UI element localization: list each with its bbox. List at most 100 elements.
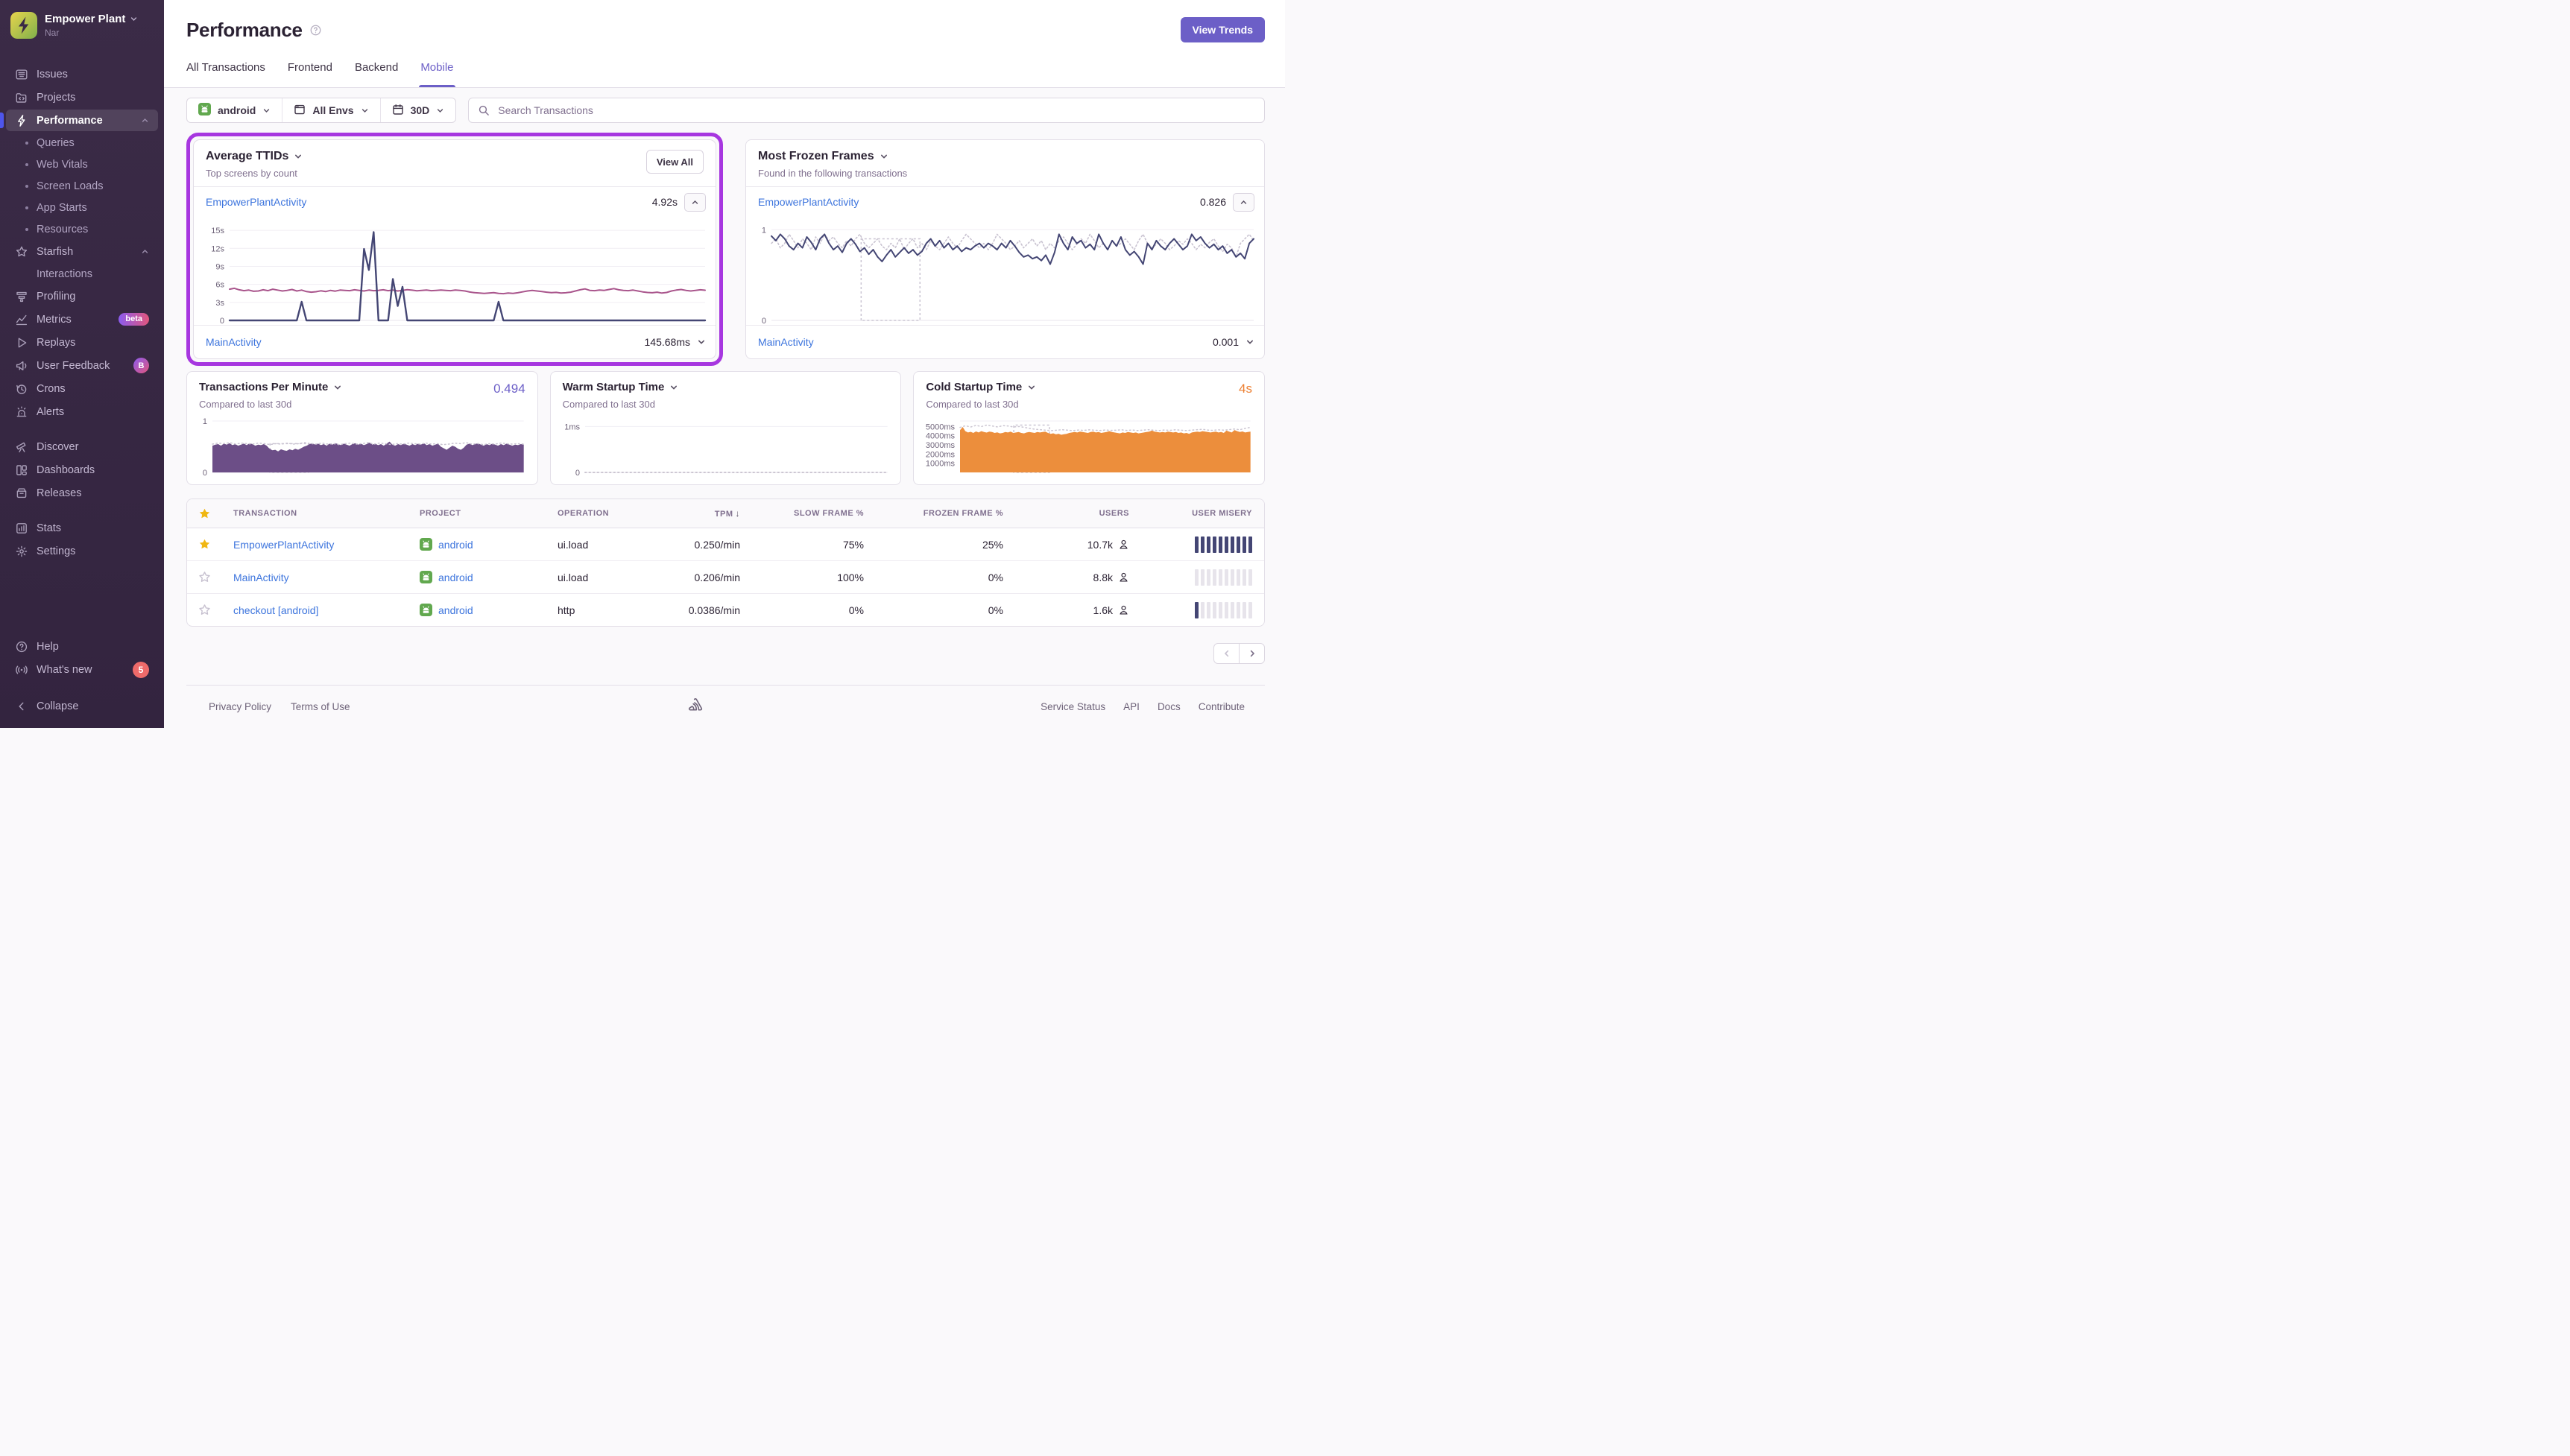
next-page-button[interactable] <box>1239 643 1265 664</box>
filter-android[interactable]: android <box>187 98 282 122</box>
sidebar-item-label: Alerts <box>37 406 64 418</box>
sidebar-item-starfish[interactable]: Starfish <box>6 240 158 263</box>
ttid-panel-title[interactable]: Average TTIDs <box>206 150 303 163</box>
sidebar-item-alerts[interactable]: Alerts <box>6 400 158 423</box>
transaction-link[interactable]: checkout [android] <box>233 604 318 616</box>
column-header-operation[interactable]: OPERATION <box>546 509 672 518</box>
tpm-panel: Transactions Per Minute Compared to last… <box>186 371 538 485</box>
sidebar-item-queries[interactable]: Queries <box>6 132 158 153</box>
sidebar-item-user-feedback[interactable]: User FeedbackB <box>6 354 158 377</box>
transaction-link[interactable]: EmpowerPlantActivity <box>233 539 334 551</box>
sidebar-item-performance[interactable]: Performance <box>6 110 158 131</box>
sidebar-item-stats[interactable]: Stats <box>6 516 158 539</box>
collapse-button[interactable] <box>684 193 706 212</box>
sidebar-item-releases[interactable]: Releases <box>6 481 158 504</box>
ttid-panel-subtitle: Top screens by count <box>206 168 303 179</box>
tab-backend[interactable]: Backend <box>355 61 398 87</box>
column-header-user-misery[interactable]: USER MISERY <box>1141 509 1264 518</box>
sidebar-item-metrics[interactable]: Metricsbeta <box>6 308 158 331</box>
help-icon <box>15 640 28 653</box>
expand-button[interactable] <box>697 338 706 346</box>
chevron-down-icon <box>1027 383 1036 392</box>
table-row-mainactivity: MainActivityandroidui.load0.206/min100%0… <box>187 560 1264 593</box>
footer-link-docs[interactable]: Docs <box>1158 701 1181 712</box>
sidebar-item-projects[interactable]: Projects <box>6 86 158 109</box>
transaction-link[interactable]: EmpowerPlantActivity <box>758 196 859 208</box>
stats-icon <box>15 522 28 535</box>
svg-text:12s: 12s <box>211 244 224 253</box>
column-header-slow-frame[interactable]: SLOW FRAME % <box>752 509 876 518</box>
transaction-link[interactable]: MainActivity <box>758 336 814 348</box>
ttid-value: 145.68ms <box>645 336 690 348</box>
help-circle-icon[interactable] <box>309 24 322 37</box>
tpm-title[interactable]: Transactions Per Minute <box>199 381 525 393</box>
star-outline-icon[interactable] <box>198 571 211 583</box>
tab-mobile[interactable]: Mobile <box>420 61 453 87</box>
footer-link-privacy-policy[interactable]: Privacy Policy <box>209 701 271 712</box>
project-link[interactable]: android <box>438 604 473 616</box>
sidebar-item-screen-loads[interactable]: Screen Loads <box>6 175 158 197</box>
previous-page-button[interactable] <box>1213 643 1240 664</box>
sidebar-item-profiling[interactable]: Profiling <box>6 285 158 308</box>
sidebar-item-dashboards[interactable]: Dashboards <box>6 458 158 481</box>
footer-link-contribute[interactable]: Contribute <box>1199 701 1245 712</box>
sidebar-item-replays[interactable]: Replays <box>6 331 158 354</box>
search-box[interactable] <box>468 98 1265 123</box>
filter-label: 30D <box>411 104 430 116</box>
sidebar-item-interactions[interactable]: Interactions <box>6 263 158 285</box>
transaction-link[interactable]: EmpowerPlantActivity <box>206 196 306 208</box>
sidebar-item-help[interactable]: Help <box>6 635 158 658</box>
sidebar-item-label: Starfish <box>37 246 73 258</box>
collapse-button[interactable] <box>1233 193 1254 212</box>
telescope-icon <box>15 440 28 454</box>
sidebar-nav: IssuesProjectsPerformanceQueriesWeb Vita… <box>0 63 164 563</box>
transaction-link[interactable]: MainActivity <box>233 572 289 583</box>
chevron-down-icon <box>262 107 271 115</box>
filter-30d[interactable]: 30D <box>381 98 456 122</box>
column-header-project[interactable]: PROJECT <box>408 509 546 518</box>
frozen-row-collapsed: MainActivity 0.001 <box>746 326 1264 358</box>
sidebar-item-label: Collapse <box>37 700 78 712</box>
frozen-panel-title[interactable]: Most Frozen Frames <box>758 150 907 163</box>
star-filled-icon[interactable] <box>198 538 211 551</box>
view-all-button[interactable]: View All <box>646 150 704 174</box>
bullet-dot <box>25 228 28 231</box>
transaction-link[interactable]: MainActivity <box>206 336 262 348</box>
sidebar-item-settings[interactable]: Settings <box>6 539 158 563</box>
footer-link-service-status[interactable]: Service Status <box>1041 701 1105 712</box>
cold-title[interactable]: Cold Startup Time <box>926 381 1252 393</box>
sidebar-item-discover[interactable]: Discover <box>6 435 158 458</box>
filter-label: All Envs <box>312 104 353 116</box>
warm-chart: 1ms0 <box>557 415 892 477</box>
project-link[interactable]: android <box>438 539 473 551</box>
sidebar-item-web-vitals[interactable]: Web Vitals <box>6 153 158 175</box>
tab-frontend[interactable]: Frontend <box>288 61 332 87</box>
filter-all-envs[interactable]: All Envs <box>282 98 380 122</box>
column-header-tpm[interactable]: TPM↓ <box>672 508 752 519</box>
footer-link-api[interactable]: API <box>1123 701 1140 712</box>
sidebar-item-what-s-new[interactable]: What's new5 <box>6 658 158 681</box>
tab-all-transactions[interactable]: All Transactions <box>186 61 265 87</box>
user-icon <box>1118 539 1129 550</box>
project-link[interactable]: android <box>438 572 473 583</box>
sidebar-item-issues[interactable]: Issues <box>6 63 158 86</box>
search-input[interactable] <box>496 104 1255 117</box>
sidebar-item-collapse[interactable]: Collapse <box>6 694 158 718</box>
tpm-subtitle: Compared to last 30d <box>199 399 525 410</box>
star-outline-icon[interactable] <box>198 604 211 616</box>
cold-subtitle: Compared to last 30d <box>926 399 1252 410</box>
org-switcher[interactable]: Empower Plant Nar <box>0 10 164 46</box>
operation-cell: ui.load <box>546 572 672 583</box>
sidebar-item-resources[interactable]: Resources <box>6 218 158 240</box>
sidebar-item-app-starts[interactable]: App Starts <box>6 197 158 218</box>
megaphone-icon <box>15 359 28 373</box>
column-header-frozen-frame[interactable]: FROZEN FRAME % <box>876 509 1015 518</box>
footer-link-terms-of-use[interactable]: Terms of Use <box>291 701 350 712</box>
column-header-users[interactable]: USERS <box>1015 509 1141 518</box>
view-trends-button[interactable]: View Trends <box>1181 17 1265 42</box>
warm-title[interactable]: Warm Startup Time <box>563 381 889 393</box>
sentry-logo-icon <box>686 696 705 718</box>
sidebar-item-crons[interactable]: Crons <box>6 377 158 400</box>
column-header-transaction[interactable]: TRANSACTION <box>221 509 408 518</box>
expand-button[interactable] <box>1245 338 1254 346</box>
